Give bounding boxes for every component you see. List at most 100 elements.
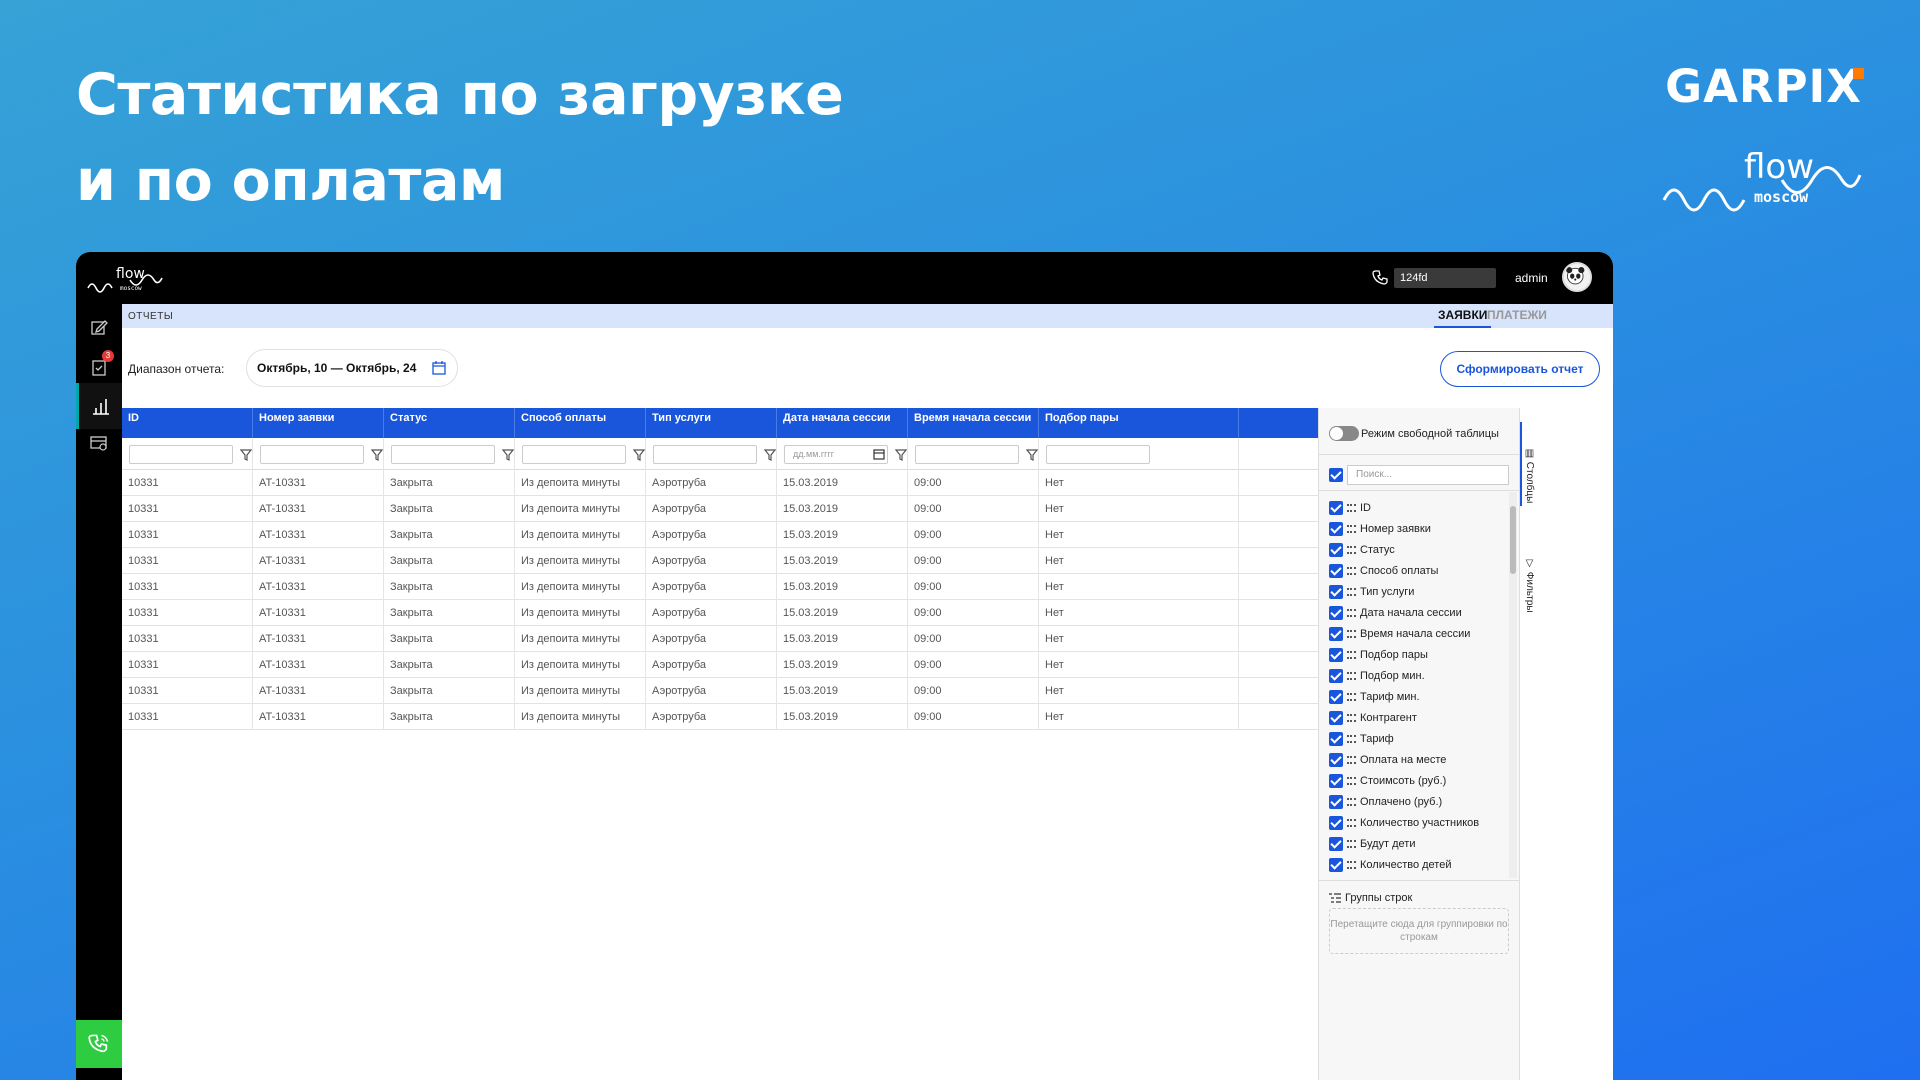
column-filter-input[interactable]	[522, 445, 626, 464]
call-button[interactable]	[76, 1020, 122, 1068]
column-toggle-item[interactable]: Количество детей	[1319, 855, 1509, 876]
drag-handle-icon[interactable]	[1347, 588, 1356, 596]
tab-columns[interactable]: ▥ Столбцы	[1524, 448, 1535, 503]
filter-icon[interactable]	[763, 448, 777, 461]
column-checkbox[interactable]	[1329, 543, 1343, 557]
column-checkbox[interactable]	[1329, 858, 1343, 872]
column-checkbox[interactable]	[1329, 837, 1343, 851]
column-header[interactable]: Подбор пары	[1039, 408, 1239, 438]
table-row[interactable]: 10331 AT-10331 Закрыта Из депоита минуты Аэр…	[122, 600, 1318, 626]
column-search-input[interactable]: Поиск...	[1347, 465, 1509, 485]
filter-icon[interactable]	[501, 448, 515, 461]
column-checkbox[interactable]	[1329, 585, 1343, 599]
column-header[interactable]: Номер заявки	[253, 408, 384, 438]
phone-input[interactable]: 124fd	[1394, 268, 1496, 288]
column-header[interactable]: Статус	[384, 408, 515, 438]
column-toggle-item[interactable]: Тариф мин.	[1319, 687, 1509, 708]
column-header[interactable]: Тип услуги	[646, 408, 777, 438]
tab-payments[interactable]: ПЛАТЕЖИ	[1487, 308, 1547, 328]
column-checkbox[interactable]	[1329, 795, 1343, 809]
filter-icon[interactable]	[239, 448, 253, 461]
column-checkbox[interactable]	[1329, 564, 1343, 578]
column-toggle-item[interactable]: Стоимсоть (руб.)	[1319, 771, 1509, 792]
column-checkbox[interactable]	[1329, 522, 1343, 536]
column-toggle-item[interactable]: Способ оплаты	[1319, 561, 1509, 582]
column-checkbox[interactable]	[1329, 606, 1343, 620]
user-avatar[interactable]	[1562, 262, 1592, 292]
date-picker-icon[interactable]	[873, 447, 885, 465]
drag-handle-icon[interactable]	[1347, 651, 1356, 659]
drag-handle-icon[interactable]	[1347, 714, 1356, 722]
column-checkbox[interactable]	[1329, 711, 1343, 725]
table-row[interactable]: 10331 AT-10331 Закрыта Из депоита минуты Аэр…	[122, 496, 1318, 522]
column-toggle-item[interactable]: ID	[1319, 498, 1509, 519]
tab-filters[interactable]: ▽ Фильтры	[1524, 558, 1535, 613]
drag-handle-icon[interactable]	[1347, 777, 1356, 785]
column-filter-input[interactable]	[653, 445, 757, 464]
row-group-dropzone[interactable]: Перетащите сюда для группировки по строк…	[1329, 908, 1509, 954]
table-row[interactable]: 10331 AT-10331 Закрыта Из депоита минуты Аэр…	[122, 522, 1318, 548]
column-header[interactable]: Способ оплаты	[515, 408, 646, 438]
column-toggle-item[interactable]: Подбор мин.	[1319, 666, 1509, 687]
drag-handle-icon[interactable]	[1347, 672, 1356, 680]
table-row[interactable]: 10331 AT-10331 Закрыта Из депоита минуты Аэр…	[122, 678, 1318, 704]
drag-handle-icon[interactable]	[1347, 525, 1356, 533]
column-filter-input[interactable]	[260, 445, 364, 464]
column-list-scrollbar[interactable]	[1509, 492, 1517, 878]
column-checkbox[interactable]	[1329, 501, 1343, 515]
table-row[interactable]: 10331 AT-10331 Закрыта Из депоита минуты Аэр…	[122, 470, 1318, 496]
drag-handle-icon[interactable]	[1347, 756, 1356, 764]
column-filter-input[interactable]	[1046, 445, 1150, 464]
column-toggle-item[interactable]: Статус	[1319, 540, 1509, 561]
drag-handle-icon[interactable]	[1347, 567, 1356, 575]
report-range-picker[interactable]: Октябрь, 10 — Октябрь, 24	[246, 349, 458, 387]
table-row[interactable]: 10331 AT-10331 Закрыта Из депоита минуты Аэр…	[122, 574, 1318, 600]
drag-handle-icon[interactable]	[1347, 693, 1356, 701]
column-toggle-item[interactable]: Время начала сессии	[1319, 624, 1509, 645]
scrollbar-thumb[interactable]	[1510, 506, 1516, 574]
column-header[interactable]: Дата начала сессии	[777, 408, 908, 438]
drag-handle-icon[interactable]	[1347, 504, 1356, 512]
column-filter-input[interactable]	[129, 445, 233, 464]
app-logo[interactable]: flow moscow	[86, 262, 166, 296]
select-all-checkbox[interactable]	[1329, 468, 1343, 482]
filter-icon[interactable]	[1025, 448, 1039, 461]
column-checkbox[interactable]	[1329, 816, 1343, 830]
drag-handle-icon[interactable]	[1347, 798, 1356, 806]
column-checkbox[interactable]	[1329, 690, 1343, 704]
drag-handle-icon[interactable]	[1347, 609, 1356, 617]
column-toggle-item[interactable]: Контрагент	[1319, 708, 1509, 729]
column-filter-input[interactable]	[391, 445, 495, 464]
table-row[interactable]: 10331 AT-10331 Закрыта Из депоита минуты Аэр…	[122, 704, 1318, 730]
column-header[interactable]: Время начала сессии	[908, 408, 1039, 438]
column-checkbox[interactable]	[1329, 732, 1343, 746]
user-name[interactable]: admin	[1515, 271, 1548, 285]
column-header[interactable]: ID	[122, 408, 253, 438]
column-toggle-item[interactable]: Тариф	[1319, 729, 1509, 750]
free-table-toggle[interactable]	[1329, 426, 1359, 441]
drag-handle-icon[interactable]	[1347, 819, 1356, 827]
filter-icon[interactable]	[632, 448, 646, 461]
table-row[interactable]: 10331 AT-10331 Закрыта Из депоита минуты Аэр…	[122, 626, 1318, 652]
drag-handle-icon[interactable]	[1347, 630, 1356, 638]
drag-handle-icon[interactable]	[1347, 735, 1356, 743]
column-toggle-item[interactable]: Количество участников	[1319, 813, 1509, 834]
table-row[interactable]: 10331 AT-10331 Закрыта Из депоита минуты Аэр…	[122, 548, 1318, 574]
column-checkbox[interactable]	[1329, 627, 1343, 641]
column-toggle-item[interactable]: Оплачено (руб.)	[1319, 792, 1509, 813]
column-checkbox[interactable]	[1329, 753, 1343, 767]
column-toggle-item[interactable]: Оплата на месте	[1319, 750, 1509, 771]
column-toggle-item[interactable]: Будут дети	[1319, 834, 1509, 855]
drag-handle-icon[interactable]	[1347, 861, 1356, 869]
column-toggle-item[interactable]: Подбор пары	[1319, 645, 1509, 666]
tab-orders[interactable]: ЗАЯВКИ	[1434, 308, 1492, 328]
column-checkbox[interactable]	[1329, 648, 1343, 662]
column-toggle-item[interactable]: Номер заявки	[1319, 519, 1509, 540]
column-toggle-item[interactable]: Дата начала сессии	[1319, 603, 1509, 624]
drag-handle-icon[interactable]	[1347, 840, 1356, 848]
column-checkbox[interactable]	[1329, 669, 1343, 683]
filter-icon[interactable]	[894, 448, 908, 461]
sidebar-item-payments[interactable]	[76, 420, 122, 466]
column-filter-input[interactable]	[915, 445, 1019, 464]
filter-icon[interactable]	[370, 448, 384, 461]
